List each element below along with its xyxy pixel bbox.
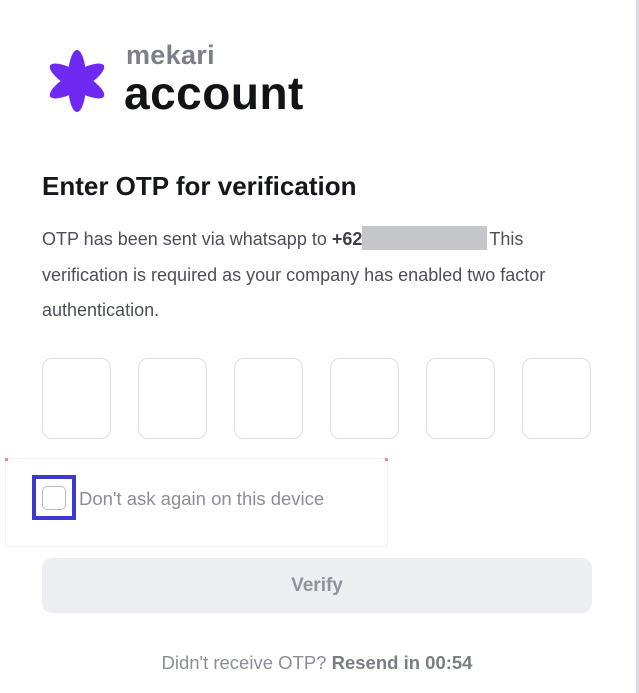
mekari-account-logo: mekari account <box>44 40 324 120</box>
resend-timer-link[interactable]: Resend in 00:54 <box>332 652 473 673</box>
verify-button[interactable]: Verify <box>42 558 592 613</box>
otp-digit-6[interactable] <box>522 358 591 439</box>
phone-country-code: +62 <box>331 229 363 249</box>
otp-digit-4[interactable] <box>330 358 399 439</box>
otp-digit-2[interactable] <box>138 358 207 439</box>
logo-product-text: account <box>124 67 304 119</box>
region-corner-marker <box>385 458 388 461</box>
resend-prompt: Didn't receive OTP? <box>161 652 332 673</box>
otp-digit-1[interactable] <box>42 358 111 439</box>
otp-input-group <box>42 358 594 442</box>
remember-device-label[interactable]: Don't ask again on this device <box>79 488 324 510</box>
otp-digit-3[interactable] <box>234 358 303 439</box>
page-title: Enter OTP for verification <box>42 171 357 201</box>
redacted-phone-number <box>362 226 488 250</box>
remember-device-checkbox[interactable] <box>42 486 66 510</box>
otp-digit-5[interactable] <box>426 358 495 439</box>
region-corner-marker <box>5 458 8 461</box>
resend-otp-text: Didn't receive OTP? Resend in 00:54 <box>0 652 634 674</box>
otp-description: OTP has been sent via whatsapp to +62 Thi… <box>42 222 602 329</box>
description-text-start: OTP has been sent via whatsapp to <box>42 229 332 249</box>
otp-verification-page: mekari account Enter OTP for verificatio… <box>0 0 639 693</box>
star-icon <box>49 49 105 113</box>
